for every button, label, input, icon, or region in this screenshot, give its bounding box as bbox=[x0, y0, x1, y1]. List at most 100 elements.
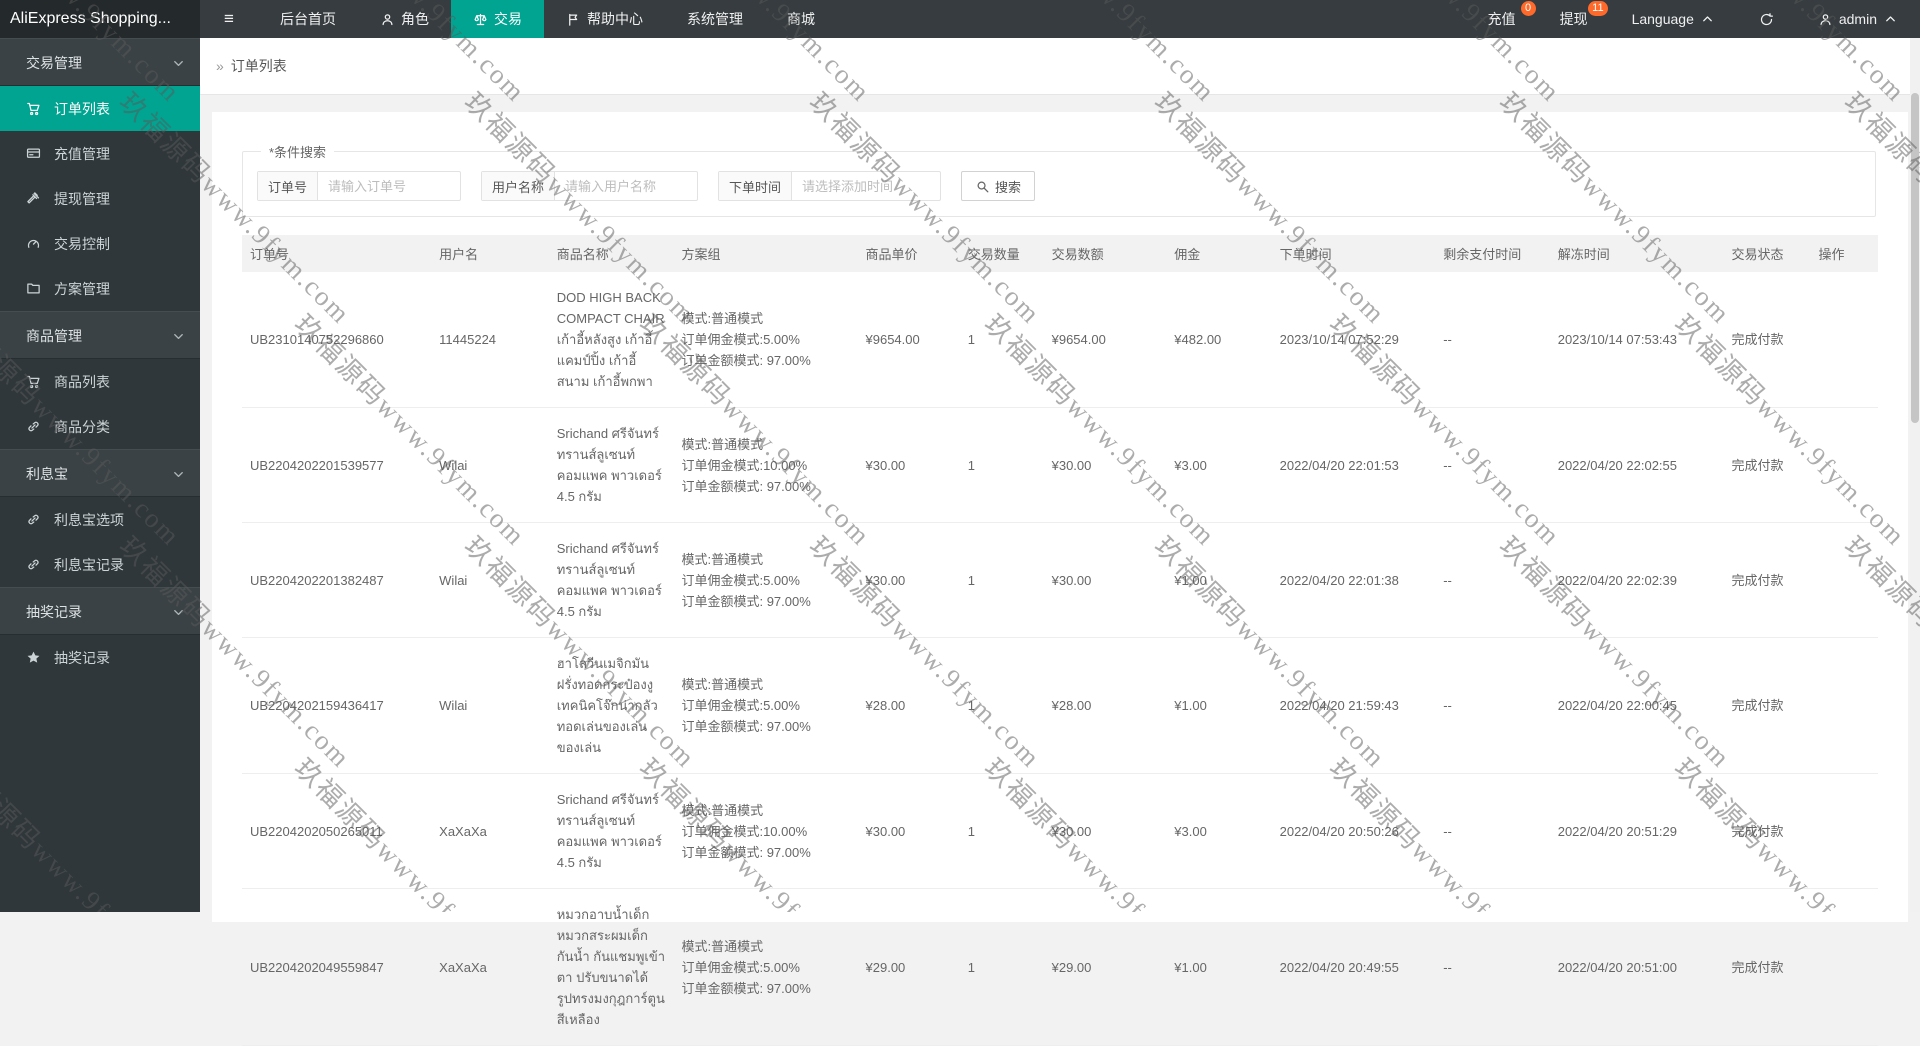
nav-menu: 后台首页 角色 交易 帮助中心 系统管理 商城 bbox=[258, 0, 837, 38]
sidebar-group-label: 利息宝 bbox=[26, 466, 68, 482]
link-icon bbox=[26, 512, 42, 528]
cart-icon bbox=[26, 374, 42, 390]
search-icon bbox=[975, 179, 990, 194]
nav-withdraw[interactable]: 提现 11 bbox=[1538, 0, 1610, 38]
search-row: 订单号 用户名称 下单时间 搜索 bbox=[257, 171, 1861, 201]
field-label: 下单时间 bbox=[719, 172, 793, 200]
search-field-order-time: 下单时间 bbox=[718, 171, 942, 201]
star-icon bbox=[26, 650, 42, 666]
table-row: UB2204202201382487 Wilai Srichand ศรีจันทร… bbox=[242, 522, 1878, 638]
column-header: 商品单价 bbox=[857, 235, 960, 272]
scrollbar-thumb[interactable] bbox=[1911, 93, 1919, 423]
cell-order-no: UB2204202050265011 bbox=[242, 773, 432, 889]
cell-commission: ¥1.00 bbox=[1166, 522, 1272, 638]
nav-item-help-center[interactable]: 帮助中心 bbox=[544, 0, 665, 38]
cell-username: Wilai bbox=[431, 522, 549, 638]
cell-remaining: -- bbox=[1435, 888, 1550, 1046]
search-field-username: 用户名称 bbox=[481, 171, 699, 201]
sidebar-item-label: 订单列表 bbox=[54, 100, 110, 117]
nav-item-dashboard[interactable]: 后台首页 bbox=[258, 0, 358, 38]
gauge-icon bbox=[26, 236, 42, 252]
column-header: 解冻时间 bbox=[1549, 235, 1724, 272]
search-fields: 订单号 用户名称 下单时间 bbox=[257, 171, 942, 201]
refresh-button[interactable] bbox=[1737, 0, 1796, 38]
column-header: 剩余支付时间 bbox=[1435, 235, 1550, 272]
nav-recharge-label: 充值 bbox=[1487, 11, 1516, 27]
sidebar-item-lottery-records-group[interactable]: 抽奖记录 bbox=[0, 587, 200, 635]
cell-order-no: UB2204202159436417 bbox=[242, 637, 432, 774]
chevron-up-icon bbox=[1883, 12, 1898, 27]
chevron-down-icon bbox=[171, 56, 186, 71]
admin-label: admin bbox=[1838, 11, 1877, 27]
language-selector[interactable]: Language bbox=[1610, 0, 1737, 38]
orders-table: 订单号 用户名 商品名称 方案组 商品单价 交易数量 交易数额 佣金 下单时间 剩余支付时间 解冻时… bbox=[242, 235, 1878, 1046]
sidebar-item-plan-management[interactable]: 方案管理 bbox=[0, 266, 200, 311]
link-icon bbox=[26, 557, 42, 573]
cell-username: Wilai bbox=[431, 637, 549, 774]
breadcrumb: » 订单列表 bbox=[200, 38, 1920, 95]
cell-qty: 1 bbox=[959, 272, 1044, 408]
cell-commission: ¥1.00 bbox=[1166, 888, 1272, 1046]
nav-item-mall[interactable]: 商城 bbox=[765, 0, 837, 38]
sidebar-item-interest-options[interactable]: 利息宝选项 bbox=[0, 497, 200, 542]
sidebar-item-goods-management[interactable]: 商品管理 bbox=[0, 311, 200, 359]
language-label: Language bbox=[1631, 11, 1694, 27]
search-button-label: 搜索 bbox=[995, 179, 1022, 195]
cell-product: ฮาโลวีนเมจิกมันฝรั่งทอดกระป๋องงู เทคนิคโ… bbox=[548, 637, 674, 774]
chevron-down-icon bbox=[171, 329, 186, 344]
cell-action bbox=[1810, 522, 1878, 638]
sidebar-item-withdraw-management[interactable]: 提现管理 bbox=[0, 176, 200, 221]
cell-unfreeze: 2023/10/14 07:53:43 bbox=[1549, 272, 1724, 408]
cell-order-no: UB2310140752296860 bbox=[242, 272, 432, 408]
nav-item-roles[interactable]: 角色 bbox=[358, 0, 451, 38]
cell-action bbox=[1810, 773, 1878, 889]
cell-amount: ¥29.00 bbox=[1043, 888, 1167, 1046]
column-header: 交易数量 bbox=[959, 235, 1044, 272]
cell-status: 完成付款 bbox=[1723, 407, 1811, 523]
sidebar-item-label: 抽奖记录 bbox=[54, 649, 110, 666]
admin-menu[interactable]: admin bbox=[1796, 0, 1920, 38]
cell-plan: 模式:普通模式 订单佣金模式:5.00% 订单金额模式: 97.00% bbox=[673, 272, 858, 408]
cell-status: 完成付款 bbox=[1723, 272, 1811, 408]
sidebar-item-goods-category[interactable]: 商品分类 bbox=[0, 404, 200, 449]
sidebar: 交易管理订单列表充值管理 提现管理 交易控制 方案管理 商品管理 商品列表 商品分类利息宝利… bbox=[0, 38, 200, 912]
table-row: UB2204202159436417 Wilai ฮาโลวีนเมจิกมันฝร… bbox=[242, 637, 1878, 774]
table-row: UB2204202049559847 XaXaXa หมวกอาบน้ำเด็ก ห… bbox=[242, 888, 1878, 1046]
nav-item-system-management[interactable]: 系统管理 bbox=[665, 0, 765, 38]
cell-order-time: 2022/04/20 21:59:43 bbox=[1271, 637, 1436, 774]
main-content: *条件搜索 订单号用户名称下单时间 搜索 订单号用户名商品名称方案组商品单价交易… bbox=[200, 96, 1920, 1046]
search-button[interactable]: 搜索 bbox=[961, 171, 1036, 201]
sidebar-item-goods-list[interactable]: 商品列表 bbox=[0, 359, 200, 404]
refresh-icon bbox=[1759, 12, 1774, 27]
chevron-down-icon bbox=[171, 467, 186, 482]
sidebar-item-trade-control[interactable]: 交易控制 bbox=[0, 221, 200, 266]
sidebar-group-label: 交易管理 bbox=[26, 55, 82, 71]
nav-recharge[interactable]: 充值 0 bbox=[1466, 0, 1538, 38]
sidebar-item-interest-records[interactable]: 利息宝记录 bbox=[0, 542, 200, 587]
sidebar-group-label: 抽奖记录 bbox=[26, 604, 82, 620]
order-time-input[interactable] bbox=[792, 172, 941, 200]
folder-icon bbox=[26, 281, 42, 297]
cell-remaining: -- bbox=[1435, 522, 1550, 638]
nav-item-trade[interactable]: 交易 bbox=[451, 0, 544, 38]
sidebar-item-interest-treasure[interactable]: 利息宝 bbox=[0, 449, 200, 497]
menu-toggle-icon[interactable]: ≡ bbox=[200, 0, 258, 38]
cell-plan: 模式:普通模式 订单佣金模式:10.00% 订单金额模式: 97.00% bbox=[673, 407, 858, 523]
sidebar-item-order-list[interactable]: 订单列表 bbox=[0, 86, 200, 131]
table-row: UB2204202201539577 Wilai Srichand ศรีจันทร… bbox=[242, 407, 1878, 523]
cell-plan: 模式:普通模式 订单佣金模式:5.00% 订单金额模式: 97.00% bbox=[673, 888, 858, 1046]
nav-item-label: 帮助中心 bbox=[587, 11, 643, 27]
column-header: 商品名称 bbox=[548, 235, 674, 272]
order-no-input[interactable] bbox=[318, 172, 461, 200]
nav-item-label: 交易 bbox=[494, 11, 522, 27]
withdraw-badge: 11 bbox=[1588, 1, 1608, 16]
sidebar-item-lottery-records[interactable]: 抽奖记录 bbox=[0, 635, 200, 680]
scrollbar-track[interactable] bbox=[1910, 38, 1920, 912]
sidebar-item-recharge-management[interactable]: 充值管理 bbox=[0, 131, 200, 176]
cell-status: 完成付款 bbox=[1723, 773, 1811, 889]
cell-remaining: -- bbox=[1435, 637, 1550, 774]
username-input[interactable] bbox=[555, 172, 698, 200]
cell-remaining: -- bbox=[1435, 272, 1550, 408]
sidebar-item-trade-management[interactable]: 交易管理 bbox=[0, 38, 200, 86]
cell-qty: 1 bbox=[959, 637, 1044, 774]
